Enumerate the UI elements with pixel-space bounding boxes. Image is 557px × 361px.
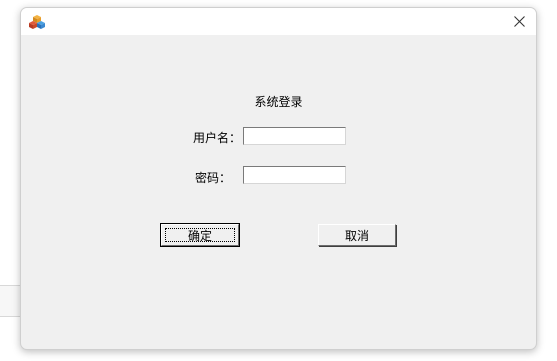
form-title: 系统登录 — [254, 95, 303, 109]
close-icon — [513, 16, 525, 27]
cancel-button-label: 取消 — [344, 228, 369, 243]
cancel-button[interactable]: 取消 — [318, 224, 396, 246]
username-label: 用户名： — [192, 131, 241, 145]
title-bar — [21, 8, 536, 35]
ok-button[interactable]: 确定 — [160, 223, 240, 247]
focus-rectangle — [165, 228, 235, 242]
username-input[interactable] — [243, 127, 346, 145]
password-input[interactable] — [243, 166, 346, 184]
app-cubes-icon — [29, 14, 45, 30]
background-window-edge — [0, 285, 20, 317]
close-button[interactable] — [502, 8, 536, 35]
login-dialog: 系统登录 用户名： 密码： 确定 取消 — [20, 7, 537, 350]
password-label: 密码： — [194, 171, 231, 185]
